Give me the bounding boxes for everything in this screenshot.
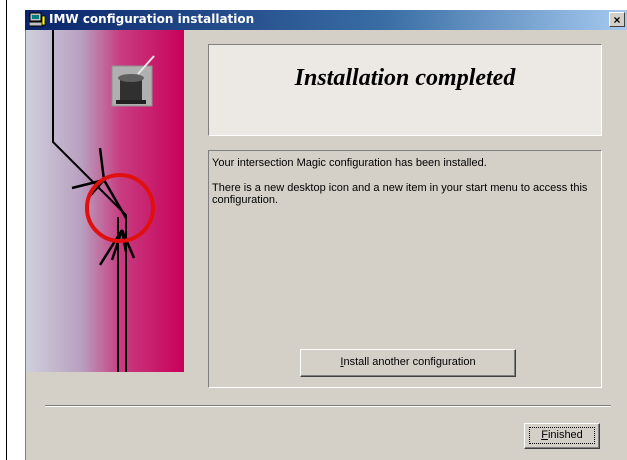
install-complete-message: Your intersection Magic configuration ha… [212,157,487,169]
side-artwork [26,30,184,372]
window-title: IMW configuration installation [49,12,255,26]
setup-computer-icon [29,12,46,27]
screen-edge-line [6,0,7,460]
close-button[interactable]: × [609,12,625,27]
title-bar[interactable]: IMW configuration installation × [25,10,627,30]
install-another-configuration-button[interactable]: Install another configuration [300,349,516,377]
desktop-icon-message: There is a new desktop icon and a new it… [212,182,588,206]
page-title: Installation completed [294,65,516,91]
install-button-label: nstall another configuration [343,356,476,368]
installer-window: IMW configuration installation × Install… [24,10,627,460]
heading-panel: Installation completed [208,44,602,136]
focus-rectangle [529,427,595,444]
finished-button[interactable]: Finished [524,423,600,449]
footer-separator [45,405,611,407]
